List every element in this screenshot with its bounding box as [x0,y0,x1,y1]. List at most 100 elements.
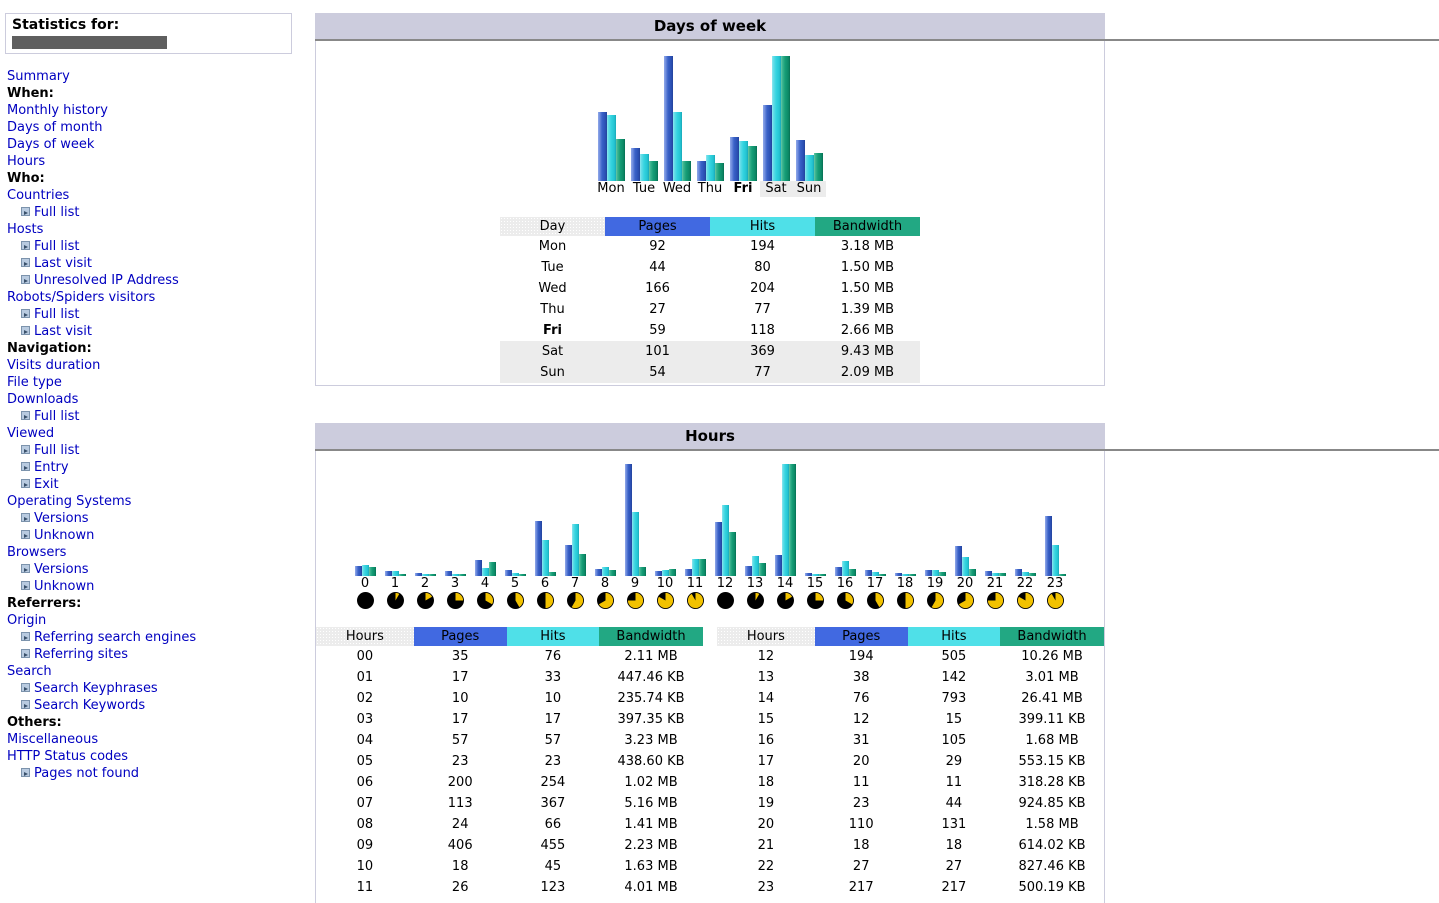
sidebar-item-exit[interactable]: Exit [34,477,59,492]
cell-hits: 76 [544,649,562,664]
sidebar-item-search-keyphrases[interactable]: Search Keyphrases [34,681,158,696]
axis-label: 7 [570,576,580,591]
days-of-week-chart: Mon Tue Wed Thu Fri Sat Sun [316,46,1104,197]
bar-pages [714,522,722,576]
cell-pages: 26 [451,880,469,895]
sidebar-item-viewed[interactable]: Viewed [7,425,300,442]
sidebar-section-referrers: Referrers: [7,596,82,611]
expand-icon [21,326,30,335]
bar-group [590,567,620,576]
cell-day: Fri [543,323,562,338]
cell-bandwidth: 10.26 MB [1021,649,1083,664]
sidebar-item-countries[interactable]: Countries [7,187,300,204]
sidebar: Statistics for: Summary When: Monthly hist… [0,0,300,903]
sidebar-subitem: Full list [7,408,300,425]
sidebar-item-days-of-month[interactable]: Days of month [7,119,300,136]
sidebar-item-search[interactable]: Search [7,663,300,680]
sidebar-item-hosts[interactable]: Hosts [7,221,300,238]
sidebar-item-versions[interactable]: Versions [34,511,89,526]
sidebar-subitem: Full list [7,306,300,323]
cell-hour: 09 [356,838,374,853]
cell-bandwidth: 1.50 MB [840,281,895,296]
table-row: 15 12 15 399.11 KB [717,709,1104,730]
sidebar-item-downloads[interactable]: Downloads [7,391,300,408]
cell-hits: 57 [544,733,562,748]
sidebar-item-unknown[interactable]: Unknown [34,528,94,543]
cell-pages: 27 [852,859,870,874]
cell-bandwidth: 2.23 MB [624,838,678,853]
bar-pages [744,566,752,576]
sidebar-item-full-list[interactable]: Full list [34,307,79,322]
clock-icon [1046,592,1064,609]
table-header-row: Hours Pages Hits Bandwidth [316,627,703,646]
bar-group [595,112,628,181]
axis-label: 9 [630,576,640,591]
clock-cell [560,592,590,609]
cell-hour: 14 [757,691,775,706]
bar-hits [961,557,969,576]
cell-bandwidth: 1.63 MB [624,859,678,874]
sidebar-item-versions[interactable]: Versions [34,562,89,577]
clock-icon [386,592,404,609]
cell-bandwidth: 3.23 MB [624,733,678,748]
clock-cell [860,592,890,609]
sidebar-item-summary[interactable]: Summary [7,68,300,85]
cell-bandwidth: 447.46 KB [617,670,685,685]
sidebar-subitem: Referring search engines [7,629,300,646]
table-row: Tue 44 80 1.50 MB [500,257,920,278]
cell-pages: 200 [447,775,473,790]
sidebar-item-full-list[interactable]: Full list [34,443,79,458]
sidebar-item-robots-spiders-visitors[interactable]: Robots/Spiders visitors [7,289,300,306]
sidebar-item-search-keywords[interactable]: Search Keywords [34,698,145,713]
cell-hits: 204 [750,281,775,296]
axis-label: 23 [1046,576,1064,591]
sidebar-item-full-list[interactable]: Full list [34,205,79,220]
bar-group [793,140,826,181]
clock-icon [356,592,374,609]
bar-pages [624,464,632,576]
clock-cell [920,592,950,609]
sidebar-subitem: Exit [7,476,300,493]
cell-pages: 11 [852,775,870,790]
sidebar-item-miscellaneous[interactable]: Miscellaneous [7,731,300,748]
bar-group [727,137,760,181]
sidebar-item-unknown[interactable]: Unknown [34,579,94,594]
sidebar-subitem: Pages not found [7,765,300,782]
bar-hits [672,112,682,181]
sidebar-item-browsers[interactable]: Browsers [7,544,300,561]
sidebar-item-referring-sites[interactable]: Referring sites [34,647,128,662]
col-header-bandwidth: Bandwidth [1000,627,1104,646]
sidebar-subitem: Versions [7,561,300,578]
cell-hour: 01 [356,670,374,685]
cell-hits: 77 [710,362,815,383]
sidebar-item-entry[interactable]: Entry [34,460,69,475]
sidebar-item-file-type[interactable]: File type [7,374,300,391]
sidebar-item-full-list[interactable]: Full list [34,409,79,424]
sidebar-item-days-of-week[interactable]: Days of week [7,136,300,153]
sidebar-item-full-list[interactable]: Full list [34,239,79,254]
hours-title: Hours [315,423,1105,449]
sidebar-nav: Summary When: Monthly history Days of month… [0,68,300,782]
cell-bandwidth: 438.60 KB [617,754,685,769]
table-row: 07 113 367 5.16 MB [316,793,703,814]
sidebar-item-unresolved-ip-address[interactable]: Unresolved IP Address [34,273,179,288]
col-header-day: Day [500,217,605,236]
table-row: 12 194 505 10.26 MB [717,646,1104,667]
sidebar-item-referring-search-engines[interactable]: Referring search engines [34,630,196,645]
expand-icon [21,513,30,522]
sidebar-item-pages-not-found[interactable]: Pages not found [34,766,139,781]
axis-label: Sun [792,181,826,197]
cell-hits: 217 [941,880,967,895]
sidebar-item-last-visit[interactable]: Last visit [34,324,92,339]
clock-icon [896,592,914,609]
sidebar-item-monthly-history[interactable]: Monthly history [7,102,300,119]
sidebar-item-origin[interactable]: Origin [7,612,300,629]
sidebar-item-visits-duration[interactable]: Visits duration [7,357,300,374]
sidebar-item-operating-systems[interactable]: Operating Systems [7,493,300,510]
sidebar-subitem: Full list [7,442,300,459]
sidebar-item-hours[interactable]: Hours [7,153,300,170]
sidebar-item-http-status-codes[interactable]: HTTP Status codes [7,748,300,765]
sidebar-subitem: Last visit [7,323,300,340]
sidebar-item-last-visit[interactable]: Last visit [34,256,92,271]
cell-hour: 22 [757,859,775,874]
